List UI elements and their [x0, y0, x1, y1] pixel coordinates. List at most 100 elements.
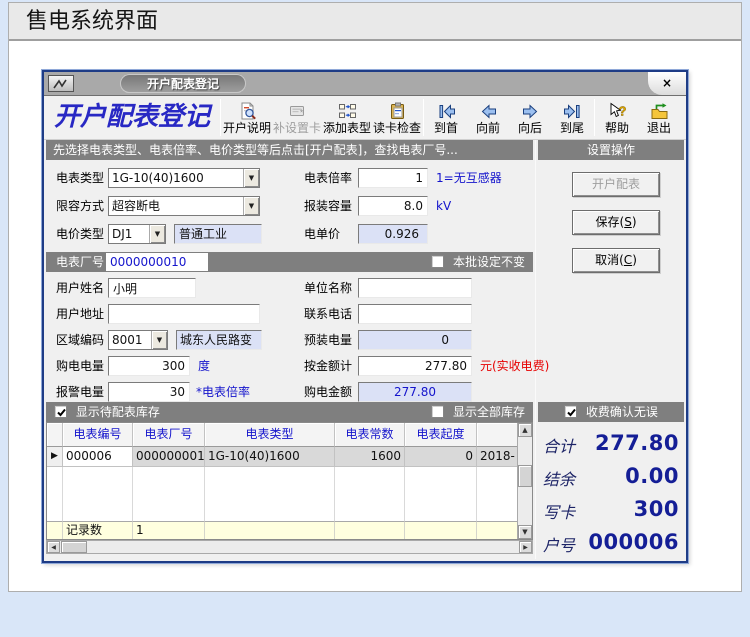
chevron-down-icon[interactable]: ▼	[243, 197, 259, 215]
column-header[interactable]: 电表类型	[205, 423, 335, 447]
close-icon[interactable]: ×	[648, 72, 686, 95]
purchase-qty-input[interactable]	[108, 356, 190, 376]
column-header[interactable]: 电表常数	[335, 423, 405, 447]
cancel-label: 取消(	[595, 253, 624, 267]
grid-line	[334, 467, 335, 521]
toolbar-label: 补设置卡	[273, 121, 321, 135]
address-input[interactable]	[108, 304, 260, 324]
record-row-cell	[205, 521, 335, 539]
capacity-input[interactable]	[358, 196, 428, 216]
summary-label: 合计	[543, 433, 575, 457]
toolbar-label: 退出	[647, 121, 671, 135]
toolbar-label: 开户说明	[223, 121, 271, 135]
checkbox-unchecked[interactable]	[431, 255, 444, 268]
dialog-heading: 开户配表登记	[44, 96, 219, 139]
open-account-help-button[interactable]: 开户说明	[222, 96, 272, 139]
table-cell[interactable]: 0000000010	[133, 447, 205, 467]
go-first-button[interactable]: 到首	[425, 96, 467, 139]
row-marker-icon: ▶	[47, 447, 63, 467]
summary-label: 写卡	[543, 499, 575, 523]
column-header[interactable]: 电表编号	[63, 423, 133, 447]
factory-no-input[interactable]	[106, 253, 208, 271]
meter-type-label: 电表类型	[56, 168, 104, 188]
limit-mode-label: 限容方式	[56, 196, 104, 216]
grid-line	[204, 467, 205, 521]
user-name-input[interactable]	[108, 278, 196, 298]
save-button[interactable]: 保存(S)	[572, 210, 660, 235]
read-card-check-button[interactable]: 读卡检查	[372, 96, 422, 139]
show-pending-checkbox[interactable]: 显示待配表库存	[54, 402, 160, 422]
price-type-select[interactable]: DJ1 ▼	[108, 224, 166, 244]
dialog-titlebar[interactable]: 开户配表登记 ×	[44, 72, 686, 96]
table-cell[interactable]: 0	[405, 447, 477, 467]
scroll-down-icon[interactable]: ▼	[518, 525, 532, 539]
scroll-left-icon[interactable]: ◀	[47, 541, 60, 553]
record-row-marker	[47, 521, 63, 539]
cancel-button[interactable]: 取消(C)	[572, 248, 660, 273]
factory-no-label: 电表厂号	[56, 252, 104, 272]
by-amount-input[interactable]	[358, 356, 472, 376]
summary-value: 300	[634, 497, 679, 521]
phone-input[interactable]	[358, 304, 472, 324]
area-code-label: 区域编码	[56, 330, 104, 350]
help-button[interactable]: ? 帮助	[596, 96, 638, 139]
org-name-input[interactable]	[358, 278, 472, 298]
show-all-label: 显示全部库存	[453, 405, 525, 419]
svg-text:*: *	[300, 109, 303, 118]
toolbar-label: 添加表型	[323, 121, 371, 135]
horizontal-scroll-thumb[interactable]	[61, 541, 87, 553]
chevron-down-icon[interactable]: ▼	[151, 331, 167, 349]
prev-icon	[479, 102, 498, 121]
record-row-cell	[477, 521, 519, 539]
panel-divider	[535, 140, 536, 559]
capacity-unit-hint: kV	[436, 196, 451, 216]
area-code-select[interactable]: 8001 ▼	[108, 330, 168, 350]
horizontal-scrollbar[interactable]: ◀ ▶	[46, 540, 533, 554]
save-label: 保存(	[596, 215, 625, 229]
cancel-mnemonic: C	[624, 253, 632, 267]
show-all-checkbox[interactable]: 显示全部库存	[431, 402, 525, 422]
checkbox-unchecked[interactable]	[431, 405, 444, 418]
table-cell[interactable]: 1G-10(40)1600	[205, 447, 335, 467]
setup-card-button: * 补设置卡	[272, 96, 322, 139]
dialog-window: 开户配表登记 × 开户配表登记 开户说明 * 补设置卡 添加表型	[42, 70, 688, 563]
system-menu-icon[interactable]	[48, 75, 74, 92]
toolbar-label: 向前	[476, 121, 500, 135]
go-next-button[interactable]: 向后	[509, 96, 551, 139]
go-last-button[interactable]: 到尾	[551, 96, 593, 139]
chevron-down-icon[interactable]: ▼	[149, 225, 165, 243]
scroll-right-icon[interactable]: ▶	[519, 541, 532, 553]
checkbox-checked[interactable]	[54, 405, 67, 418]
alarm-qty-input[interactable]	[108, 382, 190, 402]
column-header[interactable]: 电表起度	[405, 423, 477, 447]
go-previous-button[interactable]: 向前	[467, 96, 509, 139]
vertical-scrollbar[interactable]: ▲ ▼	[517, 423, 532, 539]
batch-fixed-checkbox[interactable]: 本批设定不变	[431, 252, 525, 272]
area-name: 城东人民路变	[176, 330, 262, 350]
add-meter-type-button[interactable]: 添加表型	[322, 96, 372, 139]
help-icon: ?	[608, 102, 627, 121]
chevron-down-icon[interactable]: ▼	[243, 169, 259, 187]
address-label: 用户地址	[56, 304, 104, 324]
table-cell[interactable]: 1600	[335, 447, 405, 467]
table-cell[interactable]: 2018-	[477, 447, 519, 467]
column-header[interactable]	[477, 423, 519, 447]
toolbar-separator	[423, 99, 424, 136]
scroll-up-icon[interactable]: ▲	[518, 423, 532, 437]
table-cell[interactable]: 000006	[63, 447, 133, 467]
alarm-qty-label: 报警电量	[56, 382, 104, 402]
exit-button[interactable]: 退出	[638, 96, 680, 139]
vertical-scroll-thumb[interactable]	[518, 465, 532, 487]
dialog-title: 开户配表登记	[120, 74, 246, 93]
org-name-label: 单位名称	[304, 278, 352, 298]
fee-confirm-checkbox[interactable]: 收费确认无误	[564, 402, 658, 422]
meter-type-select[interactable]: 1G-10(40)1600 ▼	[108, 168, 260, 188]
limit-mode-select[interactable]: 超容断电 ▼	[108, 196, 260, 216]
summary-value: 0.00	[625, 464, 679, 488]
cancel-label-end: )	[632, 253, 637, 267]
grid-line	[62, 467, 63, 521]
ratio-input[interactable]	[358, 168, 428, 188]
checkbox-checked[interactable]	[564, 405, 577, 418]
column-header[interactable]: 电表厂号	[133, 423, 205, 447]
column-header[interactable]	[47, 423, 63, 447]
